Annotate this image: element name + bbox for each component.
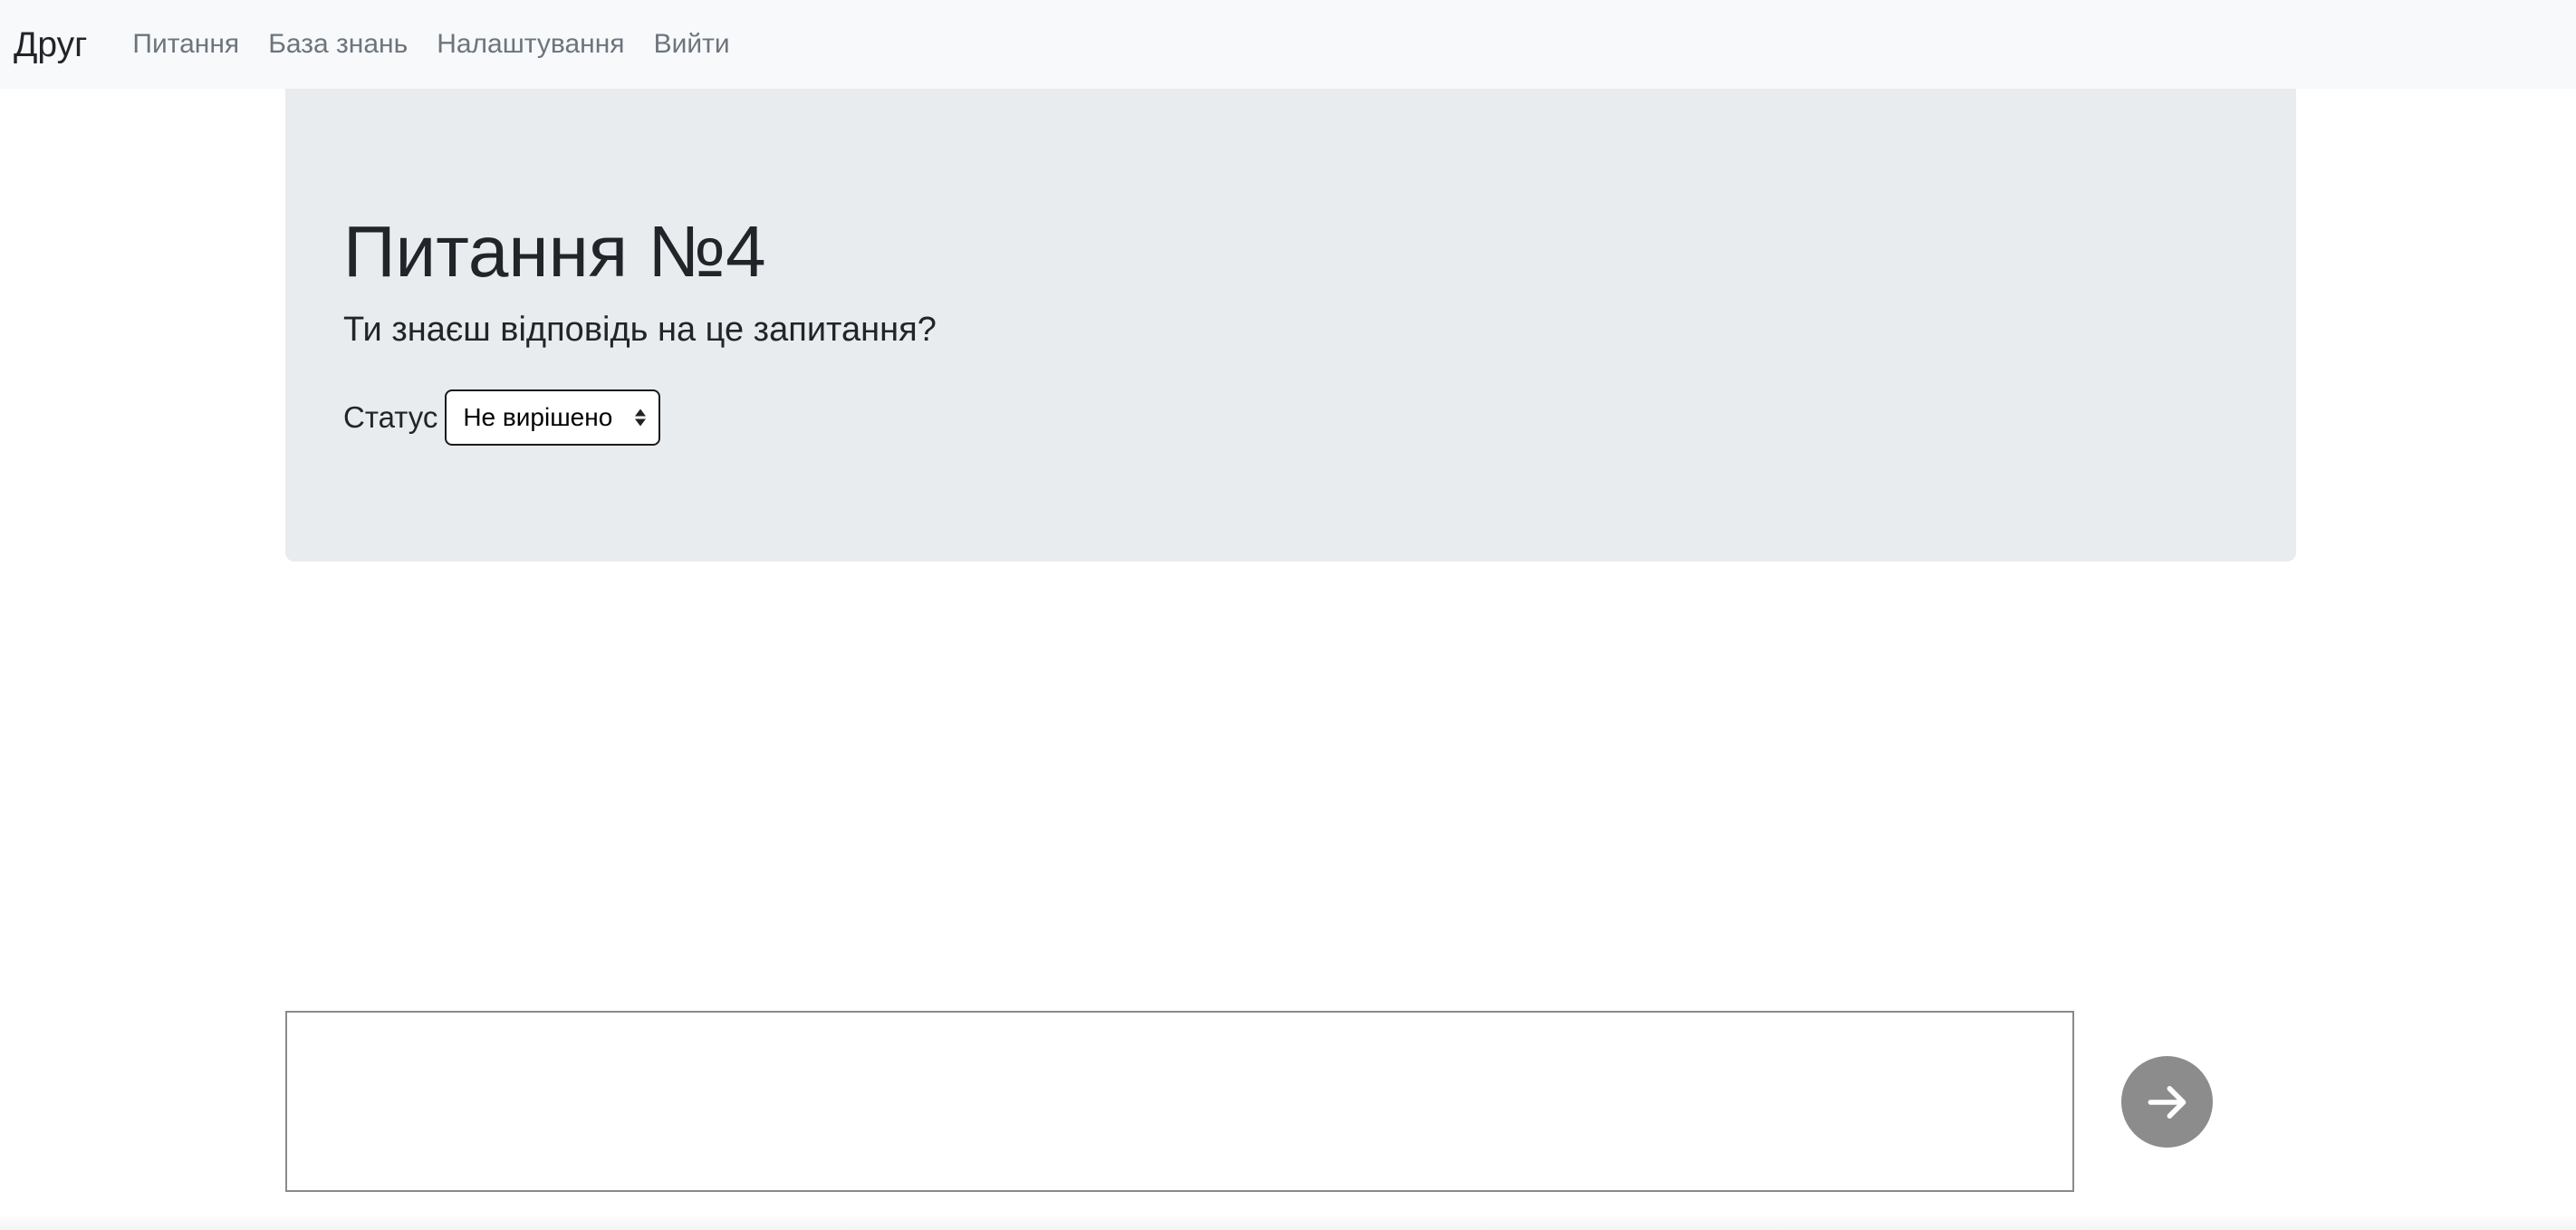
question-text: Ти знаєш відповідь на це запитання? [343,311,937,349]
send-button[interactable] [2121,1056,2213,1148]
status-select-value: Не вирішено [463,403,613,431]
question-panel: Питання №4 Ти знаєш відповідь на це запи… [285,89,2296,562]
status-row: Статус Не вирішено [343,389,661,446]
select-arrows-icon [635,408,647,427]
answer-input[interactable] [285,1011,2074,1192]
arrow-right-icon [2148,1085,2186,1119]
top-navbar: Друг Питання База знань Налаштування Вий… [0,0,2576,89]
nav-link-settings[interactable]: Налаштування [437,31,624,58]
brand-link[interactable]: Друг [14,27,87,62]
nav-link-knowledge-base[interactable]: База знань [268,31,408,58]
status-select[interactable]: Не вирішено [445,389,661,446]
bottom-edge [0,1214,2576,1230]
question-title: Питання №4 [343,211,766,292]
nav-link-questions[interactable]: Питання [132,31,239,58]
status-label: Статус [343,400,438,434]
nav-link-logout[interactable]: Вийти [654,31,730,58]
